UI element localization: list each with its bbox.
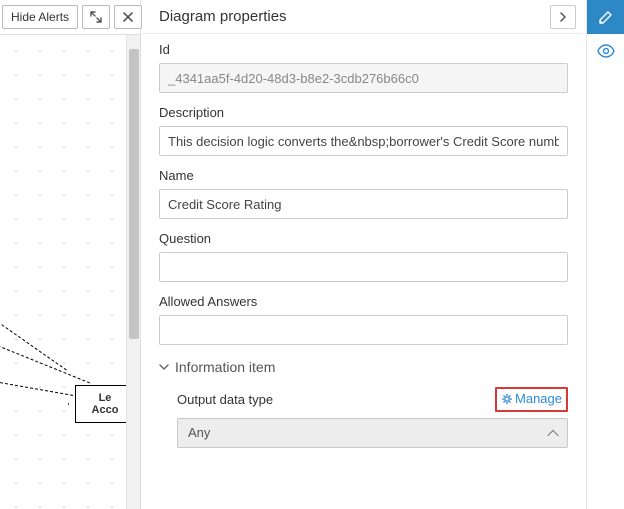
canvas-scrollbar-thumb[interactable]	[129, 49, 139, 339]
toolbar: Hide Alerts	[2, 5, 142, 29]
allowed-answers-field[interactable]	[159, 315, 568, 345]
manage-highlight: Manage	[495, 387, 568, 412]
right-rail	[586, 0, 624, 509]
expand-icon	[90, 11, 102, 23]
question-field[interactable]	[159, 252, 568, 282]
hide-alerts-button[interactable]: Hide Alerts	[2, 5, 78, 29]
description-field[interactable]	[159, 126, 568, 156]
information-item-label: Information item	[175, 359, 275, 375]
properties-header: Diagram properties	[141, 0, 586, 34]
canvas-scrollbar-track[interactable]	[126, 35, 140, 509]
id-field	[159, 63, 568, 93]
properties-body: Id Description Name Question Allowed Ans…	[141, 34, 586, 509]
allowed-answers-label: Allowed Answers	[159, 294, 568, 309]
chevron-right-icon	[559, 12, 567, 22]
eye-icon	[597, 44, 615, 58]
description-label: Description	[159, 105, 568, 120]
output-data-type-label: Output data type	[177, 392, 273, 407]
question-label: Question	[159, 231, 568, 246]
name-label: Name	[159, 168, 568, 183]
manage-link[interactable]: Manage	[501, 391, 562, 406]
canvas-grid	[0, 35, 140, 509]
close-icon	[123, 12, 133, 22]
information-item-section[interactable]: Information item	[159, 359, 568, 375]
canvas-area[interactable]: Le Acco	[0, 34, 140, 509]
pencil-icon	[598, 9, 614, 25]
name-field[interactable]	[159, 189, 568, 219]
canvas-node-label: Le Acco	[92, 392, 119, 416]
preview-tab[interactable]	[587, 34, 624, 68]
output-data-type-select[interactable]: Any	[177, 418, 568, 448]
properties-title: Diagram properties	[159, 8, 287, 25]
edit-tab[interactable]	[587, 0, 624, 34]
gear-icon	[501, 393, 513, 405]
collapse-panel-button[interactable]	[550, 5, 576, 29]
output-data-type-value: Any	[188, 425, 210, 440]
id-label: Id	[159, 42, 568, 57]
properties-panel: Diagram properties Id Description Name Q…	[140, 0, 586, 509]
close-button[interactable]	[114, 5, 142, 29]
chevron-down-icon	[159, 363, 169, 371]
expand-button[interactable]	[82, 5, 110, 29]
manage-link-label: Manage	[515, 391, 562, 406]
